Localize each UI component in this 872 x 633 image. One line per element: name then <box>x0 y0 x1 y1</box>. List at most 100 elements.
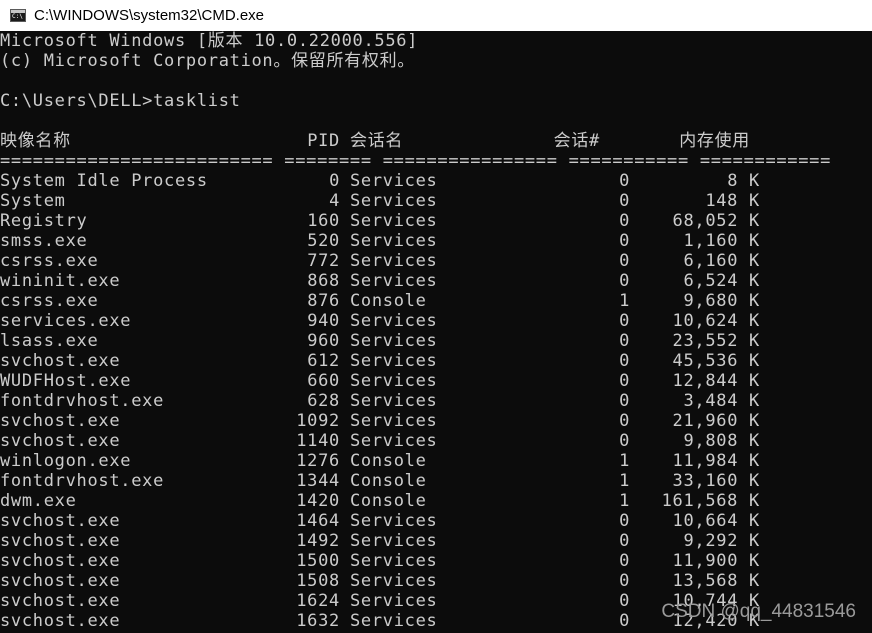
header-memory-usage: 内存使用 <box>679 131 750 151</box>
table-row: wininit.exe 868 Services 0 6,524 K <box>0 271 872 291</box>
cell-pid: 4 <box>329 191 340 211</box>
cell-session-name: Services <box>350 591 438 611</box>
cell-pid: 1276 <box>296 451 340 471</box>
cell-session-number: 1 <box>619 451 630 471</box>
cell-session-number: 0 <box>619 371 630 391</box>
cell-pid: 1464 <box>296 511 340 531</box>
cell-session-number: 0 <box>619 611 630 631</box>
cell-session-number: 0 <box>619 231 630 251</box>
table-row: Registry 160 Services 0 68,052 K <box>0 211 872 231</box>
cell-session-name: Services <box>350 311 438 331</box>
cell-session-number: 0 <box>619 571 630 591</box>
table-row: svchost.exe 1492 Services 0 9,292 K <box>0 531 872 551</box>
cell-pid: 612 <box>307 351 340 371</box>
table-row: lsass.exe 960 Services 0 23,552 K <box>0 331 872 351</box>
cell-pid: 1624 <box>296 591 340 611</box>
window-titlebar[interactable]: C:\WINDOWS\system32\CMD.exe <box>0 0 872 31</box>
cell-memory-usage: 12,844 K <box>672 371 760 391</box>
cell-pid: 868 <box>307 271 340 291</box>
cell-session-name: Services <box>350 511 438 531</box>
cell-session-name: Services <box>350 231 438 251</box>
table-row: System 4 Services 0 148 K <box>0 191 872 211</box>
cell-pid: 1344 <box>296 471 340 491</box>
cell-image-name: csrss.exe <box>0 251 99 271</box>
cell-pid: 1500 <box>296 551 340 571</box>
table-row: System Idle Process 0 Services 0 8 K <box>0 171 872 191</box>
table-row: fontdrvhost.exe 1344 Console 1 33,160 K <box>0 471 872 491</box>
cell-session-number: 0 <box>619 211 630 231</box>
cell-memory-usage: 9,680 K <box>683 291 760 311</box>
table-row: services.exe 940 Services 0 10,624 K <box>0 311 872 331</box>
table-row: svchost.exe 1500 Services 0 11,900 K <box>0 551 872 571</box>
cell-image-name: lsass.exe <box>0 331 99 351</box>
cell-session-number: 0 <box>619 311 630 331</box>
cell-memory-usage: 11,984 K <box>672 451 760 471</box>
cell-session-name: Services <box>350 211 438 231</box>
cell-image-name: Registry <box>0 211 88 231</box>
cell-session-number: 0 <box>619 191 630 211</box>
header-session-number: 会话# <box>553 131 600 151</box>
cell-memory-usage: 10,664 K <box>672 511 760 531</box>
cell-image-name: services.exe <box>0 311 132 331</box>
banner-line-1: Microsoft Windows [版本 10.0.22000.556] <box>0 31 419 51</box>
table-row: csrss.exe 772 Services 0 6,160 K <box>0 251 872 271</box>
cell-pid: 772 <box>307 251 340 271</box>
cell-memory-usage: 21,960 K <box>672 411 760 431</box>
cell-image-name: System <box>0 191 66 211</box>
cell-pid: 1420 <box>296 491 340 511</box>
cell-image-name: System Idle Process <box>0 171 208 191</box>
table-row: WUDFHost.exe 660 Services 0 12,844 K <box>0 371 872 391</box>
cell-session-number: 0 <box>619 331 630 351</box>
cell-image-name: smss.exe <box>0 231 88 251</box>
cell-image-name: winlogon.exe <box>0 451 132 471</box>
cell-session-name: Services <box>350 611 438 631</box>
table-row: winlogon.exe 1276 Console 1 11,984 K <box>0 451 872 471</box>
cell-session-name: Services <box>350 391 438 411</box>
cell-memory-usage: 9,808 K <box>683 431 760 451</box>
cell-memory-usage: 13,568 K <box>672 571 760 591</box>
table-header: 映像名称 PID 会话名 会话# 内存使用 <box>0 131 872 151</box>
table-row: svchost.exe 1092 Services 0 21,960 K <box>0 411 872 431</box>
cell-memory-usage: 33,160 K <box>672 471 760 491</box>
watermark: CSDN @qq_44831546 <box>661 601 856 622</box>
cell-session-number: 1 <box>619 471 630 491</box>
cell-image-name: wininit.exe <box>0 271 121 291</box>
cell-memory-usage: 68,052 K <box>672 211 760 231</box>
cell-session-number: 1 <box>619 291 630 311</box>
cell-session-name: Services <box>350 331 438 351</box>
cell-session-number: 0 <box>619 531 630 551</box>
console-output[interactable]: Microsoft Windows [版本 10.0.22000.556] (c… <box>0 31 872 633</box>
cell-image-name: svchost.exe <box>0 531 121 551</box>
cell-pid: 940 <box>307 311 340 331</box>
cell-pid: 1632 <box>296 611 340 631</box>
cell-session-name: Services <box>350 171 438 191</box>
cell-session-name: Console <box>350 291 427 311</box>
header-image-name: 映像名称 <box>0 131 71 151</box>
cell-session-number: 0 <box>619 351 630 371</box>
cell-image-name: fontdrvhost.exe <box>0 391 165 411</box>
cell-session-name: Console <box>350 471 427 491</box>
table-row: dwm.exe 1420 Console 1 161,568 K <box>0 491 872 511</box>
cell-pid: 520 <box>307 231 340 251</box>
cell-pid: 1508 <box>296 571 340 591</box>
cell-pid: 0 <box>329 171 340 191</box>
cell-session-number: 0 <box>619 411 630 431</box>
cell-session-name: Services <box>350 531 438 551</box>
table-row: svchost.exe 1508 Services 0 13,568 K <box>0 571 872 591</box>
cell-session-name: Services <box>350 371 438 391</box>
cell-image-name: csrss.exe <box>0 291 99 311</box>
table-row: smss.exe 520 Services 0 1,160 K <box>0 231 872 251</box>
cell-session-name: Services <box>350 271 438 291</box>
cell-memory-usage: 11,900 K <box>672 551 760 571</box>
cell-memory-usage: 148 K <box>705 191 760 211</box>
cell-memory-usage: 3,484 K <box>683 391 760 411</box>
cell-memory-usage: 10,624 K <box>672 311 760 331</box>
header-session-name: 会话名 <box>350 131 404 151</box>
cell-pid: 1140 <box>296 431 340 451</box>
cell-session-name: Services <box>350 191 438 211</box>
cell-session-number: 0 <box>619 391 630 411</box>
cell-memory-usage: 6,160 K <box>683 251 760 271</box>
cell-memory-usage: 6,524 K <box>683 271 760 291</box>
cell-memory-usage: 9,292 K <box>683 531 760 551</box>
window-title: C:\WINDOWS\system32\CMD.exe <box>34 7 265 24</box>
